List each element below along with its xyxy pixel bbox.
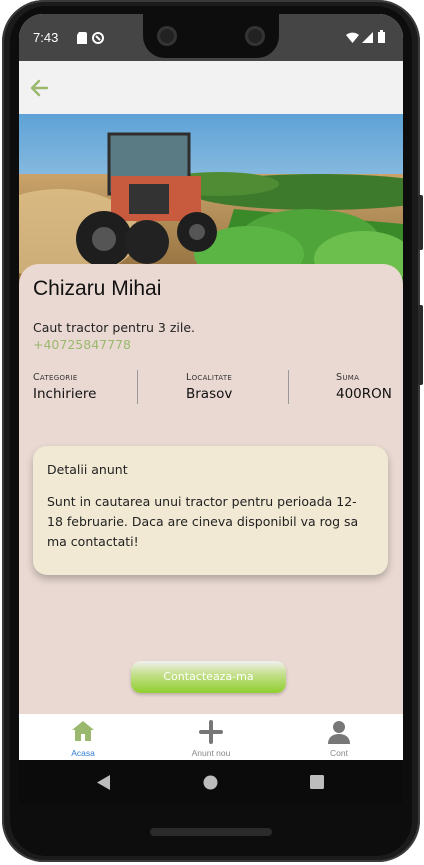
nav-home-label: Acasa bbox=[71, 748, 95, 758]
plus-icon bbox=[199, 720, 223, 744]
app-bar bbox=[19, 61, 403, 114]
listing-card: Chizaru Mihai Caut tractor pentru 3 zile… bbox=[19, 264, 403, 714]
tractor-field-photo bbox=[19, 114, 403, 289]
arrow-left-icon[interactable] bbox=[29, 78, 49, 98]
contact-button[interactable]: Contacteaza-ma bbox=[131, 661, 286, 693]
listing-short-description: Caut tractor pentru 3 zile. bbox=[33, 320, 195, 335]
nav-account[interactable]: Cont bbox=[275, 714, 403, 760]
nav-account-label: Cont bbox=[330, 748, 348, 758]
status-bar: 7:43 bbox=[19, 14, 403, 61]
battery-icon bbox=[378, 30, 385, 43]
bottom-speaker bbox=[150, 828, 272, 836]
status-time: 7:43 bbox=[33, 30, 59, 45]
nav-new-listing[interactable]: Anunt nou bbox=[147, 714, 275, 760]
nav-new-listing-label: Anunt nou bbox=[191, 748, 231, 758]
recents-square-icon[interactable] bbox=[310, 775, 324, 789]
nav-home[interactable]: Acasa bbox=[19, 714, 147, 760]
wifi-icon bbox=[346, 32, 359, 43]
camera-notch bbox=[143, 14, 279, 58]
info-amount-value: 400RON bbox=[336, 386, 392, 402]
info-divider bbox=[137, 370, 138, 404]
details-box: Detalii anunt Sunt in cautarea unui trac… bbox=[33, 446, 388, 575]
info-location-value: Brasov bbox=[186, 386, 233, 402]
sync-icon bbox=[92, 32, 104, 44]
system-nav-bar bbox=[19, 760, 403, 804]
home-circle-icon[interactable] bbox=[203, 775, 218, 790]
volume-button bbox=[418, 305, 423, 385]
info-amount: Suma 400RON bbox=[336, 372, 392, 402]
back-triangle-icon[interactable] bbox=[97, 775, 111, 790]
details-text: Sunt in cautarea unui tractor pentru per… bbox=[47, 494, 359, 549]
signal-icon bbox=[362, 32, 373, 43]
poster-name: Chizaru Mihai bbox=[33, 277, 162, 300]
info-location-label: Localitate bbox=[186, 372, 233, 383]
power-button bbox=[418, 195, 423, 250]
front-camera-left bbox=[157, 26, 177, 46]
info-location: Localitate Brasov bbox=[186, 372, 232, 402]
bottom-nav: Acasa Anunt nou Cont bbox=[19, 714, 403, 760]
info-divider bbox=[288, 370, 289, 404]
info-amount-label: Suma bbox=[336, 372, 360, 383]
info-category-label: Categorie bbox=[33, 372, 78, 383]
user-icon bbox=[328, 721, 350, 744]
info-category: Categorie Inchiriere bbox=[33, 372, 96, 402]
app-screen: 7:43 Chizaru Mihai Caut tractor pentru 3… bbox=[19, 14, 403, 804]
home-icon bbox=[72, 721, 94, 741]
details-title: Detalii anunt bbox=[47, 462, 128, 477]
info-category-value: Inchiriere bbox=[33, 386, 97, 402]
front-camera-right bbox=[245, 26, 265, 46]
sd-card-icon bbox=[77, 32, 87, 44]
poster-phone[interactable]: +40725847778 bbox=[33, 337, 131, 352]
